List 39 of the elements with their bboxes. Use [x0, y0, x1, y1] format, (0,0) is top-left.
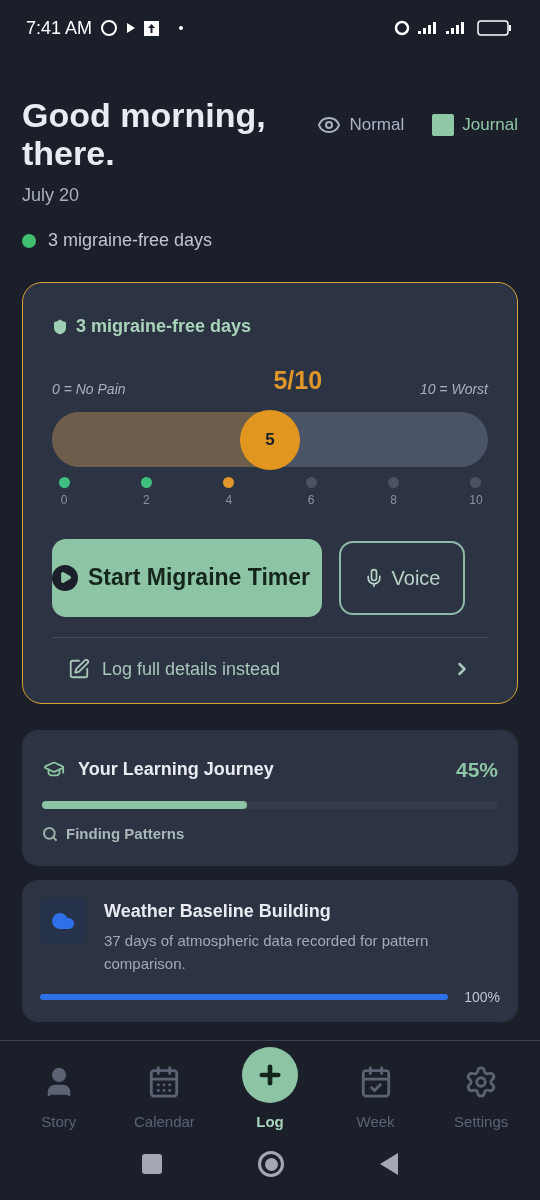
card-title: 3 migraine-free days — [76, 315, 252, 338]
voice-button[interactable]: Voice — [339, 540, 465, 615]
status-time: 7:41 AM — [26, 16, 93, 40]
scale-label: 4 — [225, 491, 233, 509]
stage-text: Finding Patterns — [66, 824, 185, 844]
min-label: 0 = No Pain — [52, 379, 126, 399]
scale-label: 8 — [390, 491, 397, 509]
scale-label: 2 — [143, 491, 150, 509]
details-link[interactable]: Log full details instead — [52, 637, 488, 683]
scale-label: 10 — [469, 491, 483, 509]
pain-slider-track[interactable]: 5 — [52, 411, 488, 467]
weather-title: Weather Baseline Building — [104, 899, 332, 923]
play-icon — [52, 564, 78, 591]
back-button[interactable] — [380, 1153, 398, 1175]
streak-text: 3 migraine-free days — [48, 229, 213, 252]
max-label: 10 = Worst — [419, 379, 488, 399]
play-store-icon — [126, 22, 137, 34]
mode-toggle[interactable]: Normal — [317, 112, 405, 138]
dot-icon — [179, 26, 184, 30]
mode-toggle[interactable]: Journal — [432, 112, 518, 138]
pain-slider-thumb[interactable]: 5 — [240, 409, 300, 470]
learning-percent: 45% — [455, 756, 498, 783]
date-text: July 20 — [22, 184, 81, 207]
cloud-icon — [40, 897, 86, 944]
edit-icon — [68, 658, 90, 680]
upload-icon — [144, 20, 160, 36]
scale-label: 0 — [60, 491, 68, 509]
note-icon — [432, 113, 455, 136]
nav-tab[interactable]: Log — [225, 1047, 315, 1134]
greeting-title: Good morning, there. — [22, 96, 267, 172]
search-icon — [42, 826, 58, 843]
weather-description: 37 days of atmospheric data recorded for pattern comparison. — [104, 930, 430, 974]
pain-reading: 5/10 — [273, 365, 323, 396]
shield-icon — [52, 317, 68, 336]
weather-percent: 100% — [464, 987, 500, 1007]
start-timer-button[interactable]: Start Migraine Timer — [52, 538, 322, 617]
learning-title: Your Learning Journey — [78, 757, 274, 781]
scale-label: 6 — [307, 491, 315, 509]
home-button[interactable] — [258, 1151, 284, 1177]
